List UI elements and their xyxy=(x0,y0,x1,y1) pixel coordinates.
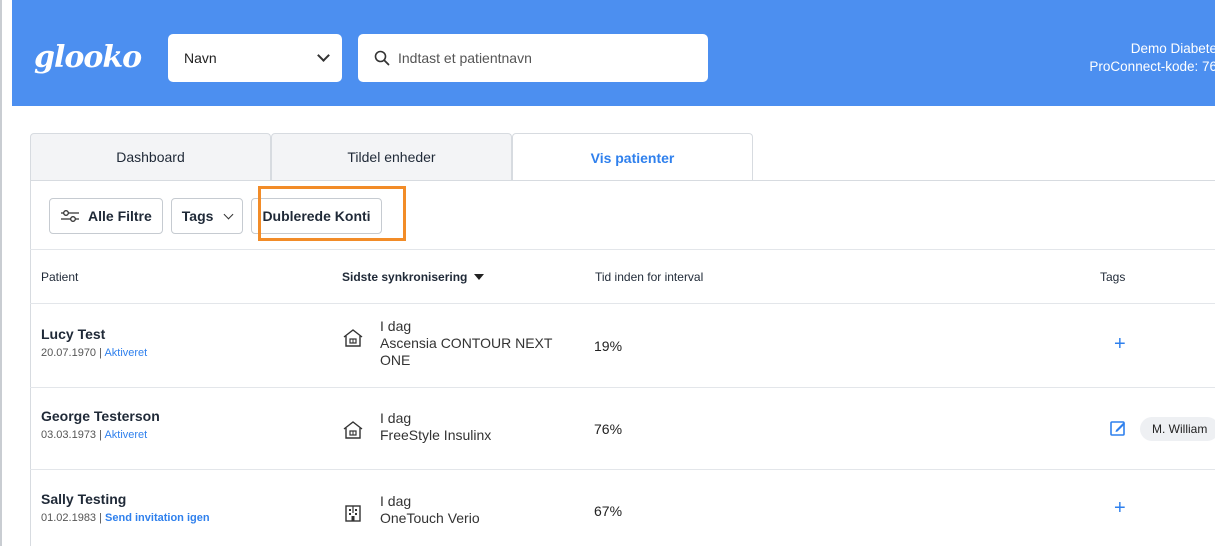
row-divider xyxy=(30,387,1215,388)
meta-separator: | xyxy=(96,512,106,524)
patient-search-box[interactable] xyxy=(358,34,708,82)
patient-cell: Lucy Test 20.07.1970 | Aktiveret xyxy=(41,326,147,359)
patient-meta: 01.02.1983 | Send invitation igen xyxy=(41,512,210,524)
panel-left-border xyxy=(30,180,31,546)
proconnect-code: ProConnect-kode: 76 xyxy=(1089,59,1215,74)
patient-dob: 20.07.1970 xyxy=(41,347,97,359)
resend-invitation-link[interactable]: Send invitation igen xyxy=(105,512,210,524)
search-type-select[interactable]: Navn xyxy=(168,34,342,82)
header-bottom-divider xyxy=(30,303,1215,304)
tags-dropdown-button[interactable]: Tags xyxy=(170,198,244,234)
tab-dashboard[interactable]: Dashboard xyxy=(30,133,271,180)
sync-day: I dag xyxy=(380,318,412,334)
sync-text: I dag OneTouch Verio xyxy=(380,493,480,527)
tab-view-patients[interactable]: Vis patienter xyxy=(512,133,753,181)
column-header-last-sync[interactable]: Sidste synkronisering xyxy=(342,270,485,284)
time-in-range-value: 19% xyxy=(594,338,623,354)
column-header-patient[interactable]: Patient xyxy=(41,270,78,284)
row-divider xyxy=(30,469,1215,470)
app-frame: glooko Navn Demo Diabete ProConnect-kode… xyxy=(0,0,1215,546)
chevron-down-icon xyxy=(317,49,330,62)
all-filters-button[interactable]: Alle Filtre xyxy=(49,198,163,234)
patient-tag-chip[interactable]: M. William xyxy=(1140,417,1215,441)
sync-text: I dag Ascensia CONTOUR NEXT ONE xyxy=(380,318,570,369)
sliders-icon xyxy=(61,210,79,222)
sort-down-icon xyxy=(474,273,485,280)
sync-day: I dag xyxy=(380,493,412,509)
device-name: OneTouch Verio xyxy=(380,510,480,526)
edit-icon[interactable] xyxy=(1109,419,1127,437)
patient-meta: 20.07.1970 | Aktiveret xyxy=(41,347,147,359)
patient-cell: Sally Testing 01.02.1983 | Send invitati… xyxy=(41,491,210,524)
time-in-range-value: 76% xyxy=(594,421,623,437)
patient-meta: 03.03.1973 | Aktiveret xyxy=(41,429,160,441)
column-header-last-sync-label: Sidste synkronisering xyxy=(342,270,468,284)
time-in-range-value: 67% xyxy=(594,503,623,519)
search-icon xyxy=(374,50,390,66)
patient-cell: George Testerson 03.03.1973 | Aktiveret xyxy=(41,408,160,441)
tab-assign-devices[interactable]: Tildel enheder xyxy=(271,133,512,180)
device-name: FreeStyle Insulinx xyxy=(380,427,492,443)
glooko-logo[interactable]: glooko xyxy=(34,40,142,75)
patient-status-link[interactable]: Aktiveret xyxy=(104,347,147,359)
device-name: Ascensia CONTOUR NEXT ONE xyxy=(380,335,553,368)
patient-name[interactable]: George Testerson xyxy=(41,408,160,424)
header-top-divider xyxy=(30,249,1215,250)
patient-dob: 03.03.1973 xyxy=(41,429,97,441)
sync-cell: I dag FreeStyle Insulinx xyxy=(338,410,491,444)
sync-text: I dag FreeStyle Insulinx xyxy=(380,410,491,444)
plus-icon[interactable]: + xyxy=(1114,497,1126,520)
highlight-annotation xyxy=(258,186,406,241)
patient-search-input[interactable] xyxy=(398,50,688,66)
chevron-down-icon xyxy=(223,209,234,219)
home-icon xyxy=(343,421,363,439)
sync-day: I dag xyxy=(380,410,412,426)
column-header-tags[interactable]: Tags xyxy=(1100,270,1125,284)
plus-icon[interactable]: + xyxy=(1114,333,1126,356)
main-tabs: Dashboard Tildel enheder Vis patienter xyxy=(30,133,753,181)
sync-cell: I dag OneTouch Verio xyxy=(338,493,480,527)
patient-dob: 01.02.1983 xyxy=(41,512,97,524)
search-type-value: Navn xyxy=(184,50,217,66)
patient-status-link[interactable]: Aktiveret xyxy=(104,429,147,441)
tags-dropdown-label: Tags xyxy=(181,208,214,224)
top-bar: glooko Navn Demo Diabete ProConnect-kode… xyxy=(12,0,1215,106)
home-icon xyxy=(343,329,363,347)
sync-cell: I dag Ascensia CONTOUR NEXT ONE xyxy=(338,318,570,369)
column-header-time-in-range[interactable]: Tid inden for interval xyxy=(595,270,703,284)
patient-name[interactable]: Lucy Test xyxy=(41,326,147,342)
tab-divider xyxy=(30,180,1215,181)
all-filters-label: Alle Filtre xyxy=(88,208,152,224)
building-icon xyxy=(345,505,361,522)
account-info[interactable]: Demo Diabete ProConnect-kode: 76 xyxy=(1089,40,1215,76)
patient-name[interactable]: Sally Testing xyxy=(41,491,210,507)
account-name: Demo Diabete xyxy=(1130,41,1215,56)
